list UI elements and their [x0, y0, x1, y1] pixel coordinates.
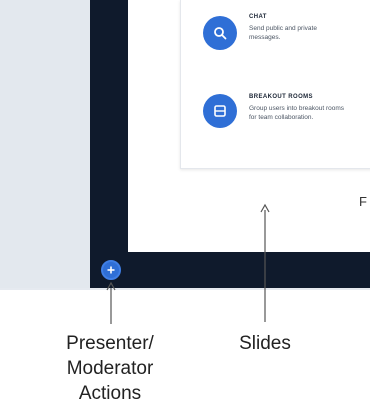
feature-title: BREAKOUT ROOMS — [249, 94, 313, 100]
bottom-action-bar — [90, 252, 370, 288]
presenter-actions-button[interactable] — [101, 260, 121, 280]
truncated-text: F — [359, 194, 367, 209]
presenter-label: Presenter/ Moderator Actions — [40, 331, 180, 406]
breakout-room-icon — [203, 94, 237, 128]
features-card: CHAT Send public and private messages. B… — [180, 0, 370, 169]
chat-search-icon — [203, 16, 237, 50]
plus-icon — [107, 266, 115, 274]
feature-title: CHAT — [249, 14, 267, 20]
left-panel — [0, 0, 90, 288]
presenter-label-line: Moderator — [66, 358, 154, 379]
presenter-label-line: Actions — [78, 383, 142, 404]
presenter-label-line: Presenter/ — [66, 333, 154, 354]
feature-description: Send public and private messages. — [249, 25, 317, 41]
feature-description: Group users into breakout rooms for team… — [249, 105, 345, 121]
slides-label: Slides — [239, 333, 291, 354]
presenter-sidebar — [90, 0, 128, 288]
slides-arrow — [260, 203, 270, 322]
presenter-arrow — [106, 281, 116, 324]
